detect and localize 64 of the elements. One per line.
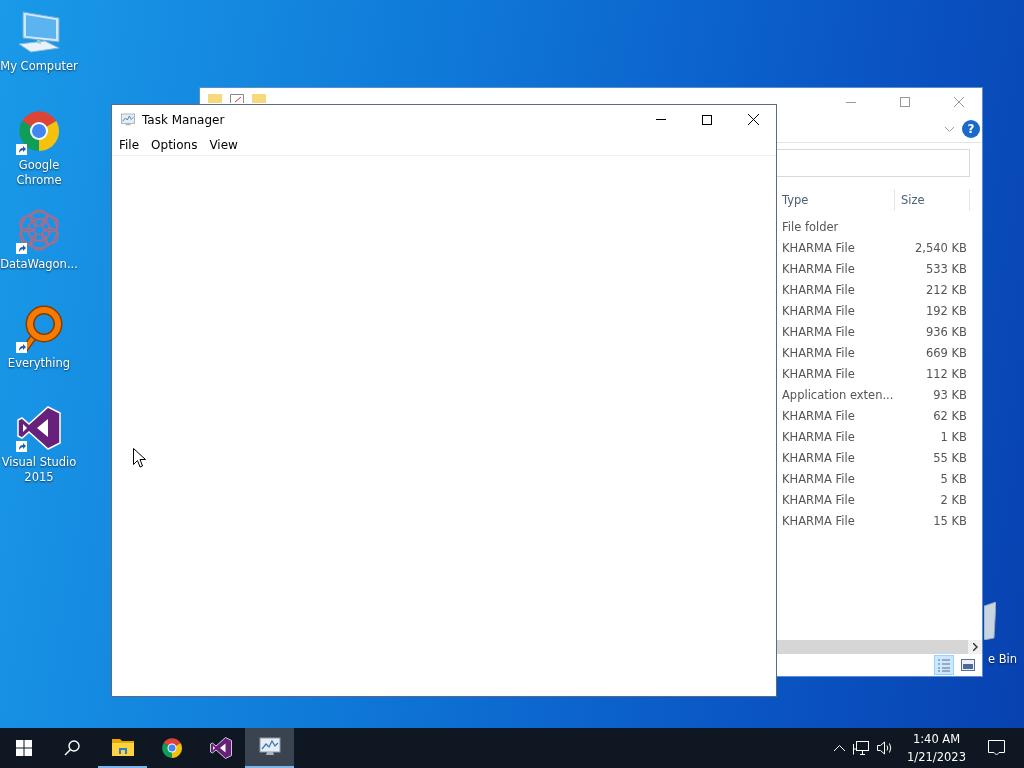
table-cell-text: KHARMA File	[781, 366, 856, 383]
table-cell-text: KHARMA File	[781, 492, 856, 509]
table-cell-text: 669 KB	[924, 345, 968, 362]
chrome-icon	[159, 736, 184, 760]
minimize-icon	[656, 119, 666, 120]
table-cell-text: 212 KB	[924, 282, 968, 299]
network-icon[interactable]	[853, 741, 870, 755]
menu-item[interactable]: Options	[146, 134, 203, 155]
table-cell-text: KHARMA File	[781, 261, 856, 278]
table-cell-text: 62 KB	[932, 408, 968, 425]
close-icon	[954, 97, 964, 107]
column-header[interactable]: Type	[778, 189, 894, 211]
scroll-right-icon[interactable]	[972, 643, 978, 651]
maximize-icon	[702, 114, 712, 125]
table-cell-text: 112 KB	[924, 366, 968, 383]
table-cell-text: KHARMA File	[781, 282, 856, 299]
table-cell-text: 936 KB	[924, 324, 968, 341]
chevron-down-icon[interactable]	[945, 126, 954, 132]
minimize-icon	[846, 101, 856, 103]
list-icon	[937, 658, 951, 672]
properties-icon[interactable]	[230, 94, 244, 103]
table-cell-text: 192 KB	[924, 303, 968, 320]
clock-button[interactable]: 1:40 AM 1/21/2023	[899, 728, 974, 768]
table-cell-text: 2,540 KB	[914, 240, 968, 257]
search-icon	[64, 740, 80, 756]
table-cell-text: 2 KB	[939, 492, 968, 509]
taskbar-app-button[interactable]	[245, 728, 294, 768]
maximize-icon	[900, 97, 910, 107]
table-cell-text: 1 KB	[939, 429, 968, 446]
table-cell-text: Application exten...	[781, 387, 894, 404]
table-cell-text: File folder	[781, 219, 840, 236]
table-cell-text: KHARMA File	[781, 408, 856, 425]
speech-bubble-icon	[987, 740, 1005, 756]
table-cell-text: KHARMA File	[781, 513, 856, 530]
menu-item[interactable]: File	[114, 134, 145, 155]
column-header[interactable]: Size	[894, 189, 970, 211]
table-cell-text: KHARMA File	[781, 240, 856, 257]
table-cell-text: KHARMA File	[781, 345, 856, 362]
speaker-icon[interactable]	[877, 741, 894, 755]
table-cell-text: KHARMA File	[781, 471, 856, 488]
desktop-icon-label[interactable]: Visual Studio 2015	[0, 455, 78, 485]
window-title: Task Manager	[142, 112, 226, 127]
pointer-icon	[133, 448, 146, 468]
menu-item[interactable]: View	[204, 134, 243, 155]
desktop-icon-label[interactable]: e Bin	[988, 652, 1018, 666]
table-cell-text: 533 KB	[924, 261, 968, 278]
horizontal-scrollbar[interactable]	[777, 640, 982, 654]
table-cell-text: KHARMA File	[781, 303, 856, 320]
table-cell-text: 55 KB	[932, 450, 968, 467]
windows-logo-icon	[16, 740, 32, 756]
image-icon	[961, 659, 975, 671]
table-cell-text: 15 KB	[932, 513, 968, 530]
caret-up-icon[interactable]	[834, 745, 846, 751]
table-cell-text: 93 KB	[932, 387, 968, 404]
table-cell-text: KHARMA File	[781, 324, 856, 341]
table-cell-text: KHARMA File	[781, 429, 856, 446]
table-cell-text: 5 KB	[939, 471, 968, 488]
close-icon	[747, 114, 759, 125]
help-button[interactable]: ?	[962, 120, 980, 138]
visual-studio-icon	[208, 736, 233, 760]
table-cell-text: KHARMA File	[781, 450, 856, 467]
visual-studio-icon	[15, 404, 63, 452]
task-manager-icon	[120, 111, 136, 128]
search-field[interactable]	[776, 149, 970, 177]
